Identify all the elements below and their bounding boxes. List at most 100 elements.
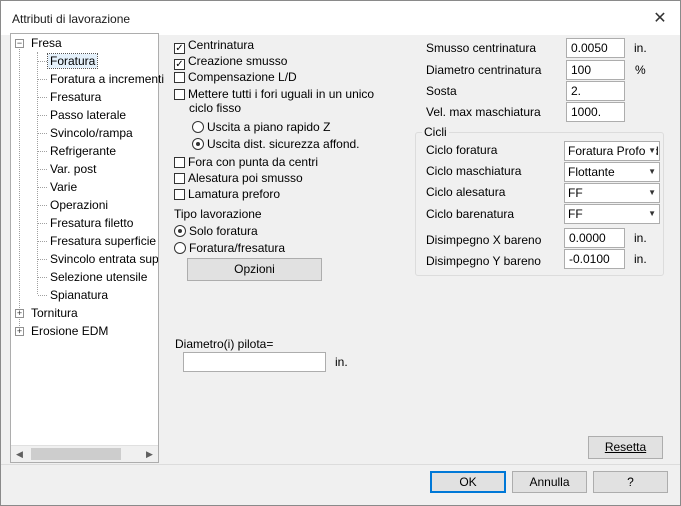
tipo-lavorazione-heading: Tipo lavorazione xyxy=(174,207,262,221)
ciclo-alesatura-label: Ciclo alesatura xyxy=(426,185,506,199)
checkbox-checked-icon: ✓ xyxy=(174,43,185,54)
diametro-centrinatura-input[interactable]: 100 xyxy=(566,60,625,80)
tree-connector xyxy=(38,79,47,80)
tree-item-operazioni[interactable]: Operazioni xyxy=(50,196,108,214)
uscita-sicurezza-radio[interactable]: Uscita dist. sicurezza affond. xyxy=(192,137,360,153)
tree-item-foratura[interactable]: Foratura xyxy=(46,52,99,70)
tree-item-refrigerante[interactable]: Refrigerante xyxy=(50,142,116,160)
disimpegno-x-label: Disimpegno X bareno xyxy=(426,233,542,247)
tree-item-spianatura[interactable]: Spianatura xyxy=(50,286,108,304)
tree-item-foratura-incrementi[interactable]: Foratura a incrementi xyxy=(50,70,164,88)
checkbox-unchecked-icon xyxy=(174,72,185,83)
close-icon[interactable]: ✕ xyxy=(650,9,670,29)
radio-label: Uscita a piano rapido Z xyxy=(207,120,331,134)
lamatura-checkbox[interactable]: Lamatura preforo xyxy=(174,187,280,203)
ciclo-maschiatura-label: Ciclo maschiatura xyxy=(426,164,522,178)
punta-centri-checkbox[interactable]: Fora con punta da centri xyxy=(174,155,318,171)
radio-on-icon xyxy=(174,225,186,237)
smusso-centrinatura-unit: in. xyxy=(634,41,647,55)
checkbox-unchecked-icon xyxy=(174,189,185,200)
ciclo-foratura-dropdown[interactable]: Foratura Profonda ▼ xyxy=(564,141,660,161)
tree-horizontal-scrollbar[interactable]: ◀ ▶ xyxy=(11,445,158,462)
resetta-button[interactable]: Resetta xyxy=(588,436,663,459)
machining-attributes-dialog: Attributi di lavorazione ✕ − Fresa Forat… xyxy=(0,0,681,506)
tree-connector xyxy=(38,169,47,170)
disimpegno-y-label: Disimpegno Y bareno xyxy=(426,254,541,268)
checkbox-label: Fora con punta da centri xyxy=(188,155,319,169)
diametro-centrinatura-unit: % xyxy=(635,63,646,77)
ciclo-maschiatura-dropdown[interactable]: Flottante ▼ xyxy=(564,162,660,182)
diametro-pilota-label: Diametro(i) pilota= xyxy=(175,337,274,351)
help-button[interactable]: ? xyxy=(593,471,668,493)
solo-foratura-radio[interactable]: Solo foratura xyxy=(174,224,258,240)
centrinatura-checkbox[interactable]: ✓ Centrinatura xyxy=(174,38,254,54)
diametro-pilota-input[interactable] xyxy=(183,352,326,372)
ciclo-alesatura-dropdown[interactable]: FF ▼ xyxy=(564,183,660,203)
sosta-label: Sosta xyxy=(426,84,457,98)
tree-connector xyxy=(38,223,47,224)
expand-icon[interactable]: + xyxy=(15,309,24,318)
vel-max-maschiatura-input[interactable]: 1000. xyxy=(566,102,625,122)
foratura-fresatura-radio[interactable]: Foratura/fresatura xyxy=(174,241,285,257)
footer-divider xyxy=(1,464,680,465)
checkbox-label: Lamatura preforo xyxy=(188,187,281,201)
ok-button[interactable]: OK xyxy=(430,471,506,493)
tree-item-svincolo-rampa[interactable]: Svincolo/rampa xyxy=(50,124,133,142)
scroll-left-icon[interactable]: ◀ xyxy=(11,446,28,462)
smusso-centrinatura-input[interactable]: 0.0050 xyxy=(566,38,625,58)
tree-item-varie[interactable]: Varie xyxy=(50,178,77,196)
title-bar: Attributi di lavorazione ✕ xyxy=(1,1,680,35)
tree-item-erosione-edm[interactable]: Erosione EDM xyxy=(31,322,108,340)
operation-tree[interactable]: − Fresa Foratura Foratura a incrementi F… xyxy=(10,33,164,463)
diametro-centrinatura-label: Diametro centrinatura xyxy=(426,63,542,77)
annulla-button[interactable]: Annulla xyxy=(512,471,587,493)
collapse-icon[interactable]: − xyxy=(15,39,24,48)
alesatura-smusso-checkbox[interactable]: Alesatura poi smusso xyxy=(174,171,303,187)
checkbox-checked-icon: ✓ xyxy=(174,59,185,70)
sosta-input[interactable]: 2. xyxy=(566,81,625,101)
creazione-smusso-checkbox[interactable]: ✓ Creazione smusso xyxy=(174,54,287,70)
disimpegno-x-input[interactable]: 0.0000 xyxy=(564,228,625,248)
tree-item-label: Foratura xyxy=(46,53,99,69)
checkbox-unchecked-icon xyxy=(174,173,185,184)
chevron-down-icon: ▼ xyxy=(648,209,656,218)
opzioni-button[interactable]: Opzioni xyxy=(187,258,322,281)
scroll-right-icon[interactable]: ▶ xyxy=(141,446,158,462)
compensazione-checkbox[interactable]: Compensazione L/D xyxy=(174,70,297,86)
ciclo-barenatura-dropdown[interactable]: FF ▼ xyxy=(564,204,660,224)
tree-connector xyxy=(38,205,47,206)
tree-connector xyxy=(38,61,47,62)
tree-connector xyxy=(38,187,47,188)
checkbox-unchecked-icon xyxy=(174,89,185,100)
expand-icon[interactable]: + xyxy=(15,327,24,336)
smusso-centrinatura-label: Smusso centrinatura xyxy=(426,41,537,55)
ciclo-barenatura-label: Ciclo barenatura xyxy=(426,207,515,221)
radio-label: Uscita dist. sicurezza affond. xyxy=(207,137,360,151)
tree-item-fresatura-superficie[interactable]: Fresatura superficie xyxy=(50,232,156,250)
dialog-title: Attributi di lavorazione xyxy=(12,12,131,26)
tree-connector xyxy=(38,277,47,278)
uscita-piano-rapido-radio[interactable]: Uscita a piano rapido Z xyxy=(192,120,330,136)
disimpegno-y-unit: in. xyxy=(634,252,647,266)
checkbox-label-continued: ciclo fisso xyxy=(189,101,242,115)
disimpegno-y-input[interactable]: -0.0100 xyxy=(564,249,625,269)
checkbox-label: Alesatura poi smusso xyxy=(188,171,303,185)
tree-connector xyxy=(38,133,47,134)
tree-item-svincolo-entrata[interactable]: Svincolo entrata superficie xyxy=(50,250,158,268)
scrollbar-thumb[interactable] xyxy=(31,448,121,460)
tree-item-fresatura-filetto[interactable]: Fresatura filetto xyxy=(50,214,133,232)
chevron-down-icon: ▼ xyxy=(648,188,656,197)
checkbox-label: Compensazione L/D xyxy=(188,70,297,84)
tree-item-fresatura[interactable]: Fresatura xyxy=(50,88,101,106)
tree-item-tornitura[interactable]: Tornitura xyxy=(31,304,78,322)
tree-connector xyxy=(38,295,47,296)
chevron-down-icon: ▼ xyxy=(646,142,656,160)
tree-item-var-post[interactable]: Var. post xyxy=(50,160,96,178)
tree-connector xyxy=(38,259,47,260)
tree-item-passo-laterale[interactable]: Passo laterale xyxy=(50,106,126,124)
tree-item-fresa[interactable]: Fresa xyxy=(31,34,62,52)
tree-connector xyxy=(37,52,38,294)
checkbox-label: Mettere tutti i fori uguali in un unico xyxy=(188,87,375,101)
tree-item-selezione-utensile[interactable]: Selezione utensile xyxy=(50,268,147,286)
cicli-group-title: Cicli xyxy=(422,125,449,139)
